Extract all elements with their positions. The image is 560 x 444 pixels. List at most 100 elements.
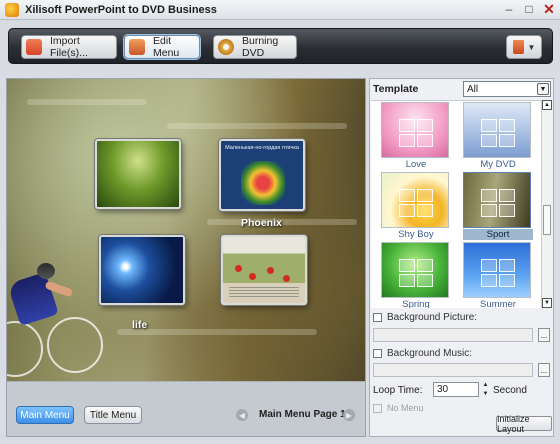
main-menu-button[interactable]: Main Menu (16, 406, 74, 424)
template-filter-value: All (467, 83, 479, 95)
slide-body-text (229, 287, 299, 299)
scroll-down-icon[interactable]: ▼ (542, 298, 552, 308)
background-music-checkbox[interactable] (373, 349, 382, 358)
thumbnail-grid (481, 259, 515, 287)
burning-dvd-label: Burning DVD (242, 35, 279, 59)
background-picture-field[interactable] (373, 328, 533, 342)
template-panel: Template All ▼ Love My DVD Shy Boy Sport… (369, 78, 554, 437)
import-files-button[interactable]: Import File(s)... (21, 35, 117, 59)
template-item-shy-boy[interactable]: Shy Boy (381, 172, 451, 240)
edit-menu-icon (129, 39, 145, 55)
trash-icon (512, 40, 524, 54)
menu-preview: Маленькая-но-гордая птичка Phoenix life (7, 79, 365, 381)
template-name: Sport (463, 229, 533, 240)
bike-wheel (47, 317, 103, 373)
background-picture-browse-button[interactable]: ... (538, 328, 550, 342)
cyclist-image (7, 259, 103, 381)
window-controls: – □ ✕ (502, 2, 556, 16)
no-menu-label: No Menu (387, 403, 424, 413)
background-music-option[interactable]: Background Music: (373, 348, 472, 359)
scroll-up-icon[interactable]: ▲ (542, 100, 552, 110)
no-menu-option[interactable]: No Menu (373, 403, 424, 413)
previous-page-icon[interactable]: ◀ (236, 409, 248, 421)
page-indicator: Main Menu Page 1/1 (259, 409, 355, 420)
next-page-icon[interactable]: ▶ (343, 409, 355, 421)
template-name: Spring (402, 299, 430, 308)
background-music-browse-button[interactable]: ... (538, 363, 550, 377)
maximize-icon[interactable]: □ (522, 2, 536, 16)
poppy-flower (283, 275, 290, 282)
slide-thumbnail-3[interactable] (99, 235, 185, 305)
toolbar: Import File(s)... Edit Menu Burning DVD … (0, 20, 560, 72)
background-music-label: Background Music: (387, 348, 473, 359)
spin-down-icon[interactable]: ▼ (483, 391, 489, 397)
poppy-flower (235, 265, 242, 272)
motion-streak (167, 123, 347, 129)
burning-dvd-button[interactable]: Burning DVD (213, 35, 297, 59)
toolbar-strip: Import File(s)... Edit Menu Burning DVD … (8, 28, 553, 64)
thumbnail-grid (481, 189, 515, 217)
thumbnail-grid (399, 259, 433, 287)
second-unit-label: Second (493, 385, 527, 396)
template-filter-select[interactable]: All ▼ (463, 81, 551, 97)
template-name: Love (405, 159, 427, 170)
thumbnail-label[interactable]: life (132, 319, 147, 331)
motion-streak (207, 219, 357, 225)
bird-illustration (241, 161, 285, 205)
bike-wheel (7, 321, 43, 377)
template-item-sport[interactable]: Sport (463, 172, 533, 240)
scroll-thumb[interactable] (543, 205, 551, 235)
import-icon (26, 39, 42, 55)
preview-footer: Main Menu Title Menu ◀ Main Menu Page 1/… (7, 381, 365, 436)
template-preview (381, 242, 449, 298)
template-scrollbar[interactable]: ▲ ▼ (541, 100, 552, 308)
loop-time-label: Loop Time: (373, 385, 423, 396)
app-logo-icon (5, 2, 19, 17)
template-item-love[interactable]: Love (381, 102, 451, 170)
background-picture-checkbox[interactable] (373, 313, 382, 322)
background-music-field[interactable] (373, 363, 533, 377)
thumbnail-grid (399, 119, 433, 147)
poppy-flower (249, 273, 256, 280)
initialize-layout-button[interactable]: Initialize Layout (496, 414, 552, 434)
template-name: My DVD (480, 159, 516, 170)
background-picture-option[interactable]: Background Picture: (373, 312, 477, 323)
template-list: Love My DVD Shy Boy Sport Spring Summer (371, 100, 541, 308)
loop-time-stepper[interactable]: ▲ ▼ (481, 382, 490, 397)
template-name: Shy Boy (398, 229, 434, 240)
title-menu-button[interactable]: Title Menu (84, 406, 142, 424)
edit-menu-label: Edit Menu (153, 35, 180, 59)
chevron-down-icon[interactable]: ▼ (537, 83, 549, 95)
template-preview (463, 242, 531, 298)
background-picture-label: Background Picture: (387, 312, 478, 323)
slide-thumbnail-4[interactable] (221, 235, 307, 305)
slide-title-text: Маленькая-но-гордая птичка (225, 145, 299, 151)
template-item-spring[interactable]: Spring (381, 242, 451, 308)
rider-helmet (37, 263, 55, 279)
template-heading: Template (373, 83, 419, 95)
window-title: Xilisoft PowerPoint to DVD Business (25, 3, 217, 16)
rider-body (7, 271, 59, 327)
loop-time-input[interactable]: 30 (433, 382, 479, 397)
template-item-summer[interactable]: Summer (463, 242, 533, 308)
import-files-label: Import File(s)... (50, 35, 88, 59)
disc-icon (218, 39, 234, 55)
template-name: Summer (480, 299, 516, 308)
spin-up-icon[interactable]: ▲ (483, 382, 489, 388)
no-menu-checkbox[interactable] (373, 403, 382, 413)
template-preview (463, 102, 531, 158)
chevron-down-icon: ▼ (527, 42, 536, 52)
template-preview (463, 172, 531, 228)
template-preview (381, 172, 449, 228)
thumbnail-grid (399, 189, 433, 217)
slide-thumbnail-1[interactable] (95, 139, 181, 209)
template-item-my-dvd[interactable]: My DVD (463, 102, 533, 170)
slide-thumbnail-2[interactable]: Маленькая-но-гордая птичка (219, 139, 305, 211)
delete-menu-button[interactable]: ▼ (506, 35, 542, 59)
title-bar: Xilisoft PowerPoint to DVD Business – □ … (0, 0, 560, 20)
minimize-icon[interactable]: – (502, 2, 516, 16)
template-preview (381, 102, 449, 158)
close-icon[interactable]: ✕ (542, 2, 556, 16)
edit-menu-button[interactable]: Edit Menu (124, 35, 200, 59)
thumbnail-label[interactable]: Phoenix (241, 217, 282, 229)
